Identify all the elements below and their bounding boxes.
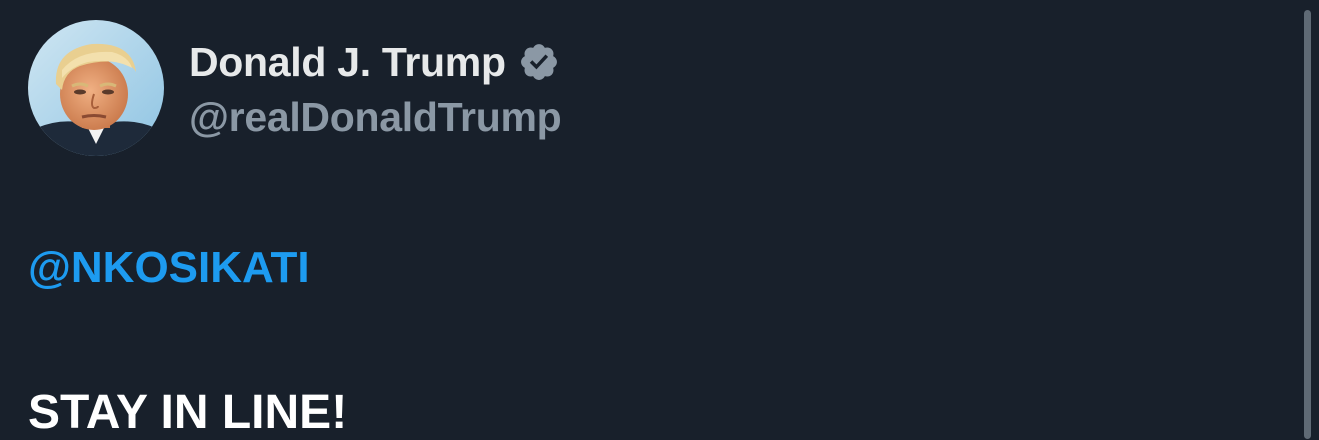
tweet-body-text: STAY IN LINE! [28,386,348,439]
vertical-scrollbar[interactable] [1304,10,1311,439]
author-name-row: Donald J. Trump [189,38,560,86]
author-display-name[interactable]: Donald J. Trump [189,39,506,86]
mention-link[interactable]: @NKOSIKATI [28,243,310,293]
author-avatar[interactable] [28,20,164,156]
verified-badge-icon [520,44,557,80]
avatar-image [28,20,164,156]
tweet-card: Donald J. Trump @realDonaldTrump @NKOSIK… [0,0,1300,439]
author-handle[interactable]: @realDonaldTrump [189,94,562,141]
